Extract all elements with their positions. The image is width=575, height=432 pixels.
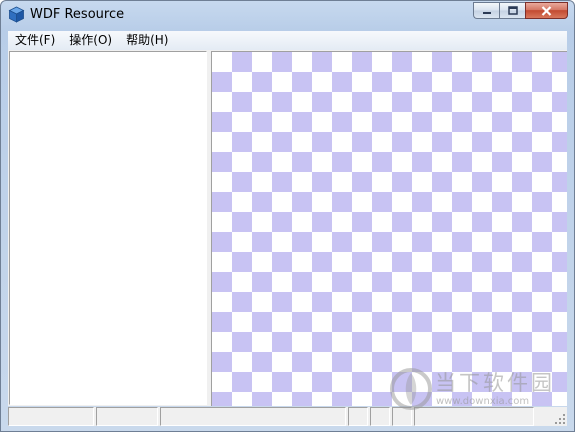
caption-buttons xyxy=(473,2,568,20)
status-cell-1 xyxy=(8,407,94,426)
image-preview-pane[interactable] xyxy=(211,51,567,406)
status-cell-5 xyxy=(370,407,390,426)
client-area xyxy=(8,50,567,406)
resource-tree-pane[interactable] xyxy=(9,51,207,405)
close-button[interactable] xyxy=(525,2,568,19)
title-bar[interactable]: WDF Resource xyxy=(1,1,574,29)
maximize-button[interactable] xyxy=(499,2,525,19)
status-cell-6 xyxy=(392,407,412,426)
status-cell-3 xyxy=(160,407,346,426)
menu-operation[interactable]: 操作(O) xyxy=(62,31,119,50)
menu-bar: 文件(F) 操作(O) 帮助(H) xyxy=(8,31,567,50)
status-cell-7 xyxy=(414,407,534,426)
status-cell-4 xyxy=(348,407,368,426)
menu-file[interactable]: 文件(F) xyxy=(8,31,62,50)
app-window: WDF Resource 文件(F) 操作(O) 帮助(H) 当下软件园 www… xyxy=(0,0,575,432)
status-cell-2 xyxy=(96,407,158,426)
resize-grip-icon[interactable] xyxy=(553,412,567,426)
maximize-icon xyxy=(507,6,518,15)
cube-app-icon xyxy=(8,6,25,23)
minimize-button[interactable] xyxy=(473,2,499,19)
close-icon xyxy=(541,5,552,16)
menu-help[interactable]: 帮助(H) xyxy=(119,31,175,50)
window-title: WDF Resource xyxy=(30,7,125,22)
minimize-icon xyxy=(482,11,491,14)
status-bar xyxy=(8,407,567,426)
